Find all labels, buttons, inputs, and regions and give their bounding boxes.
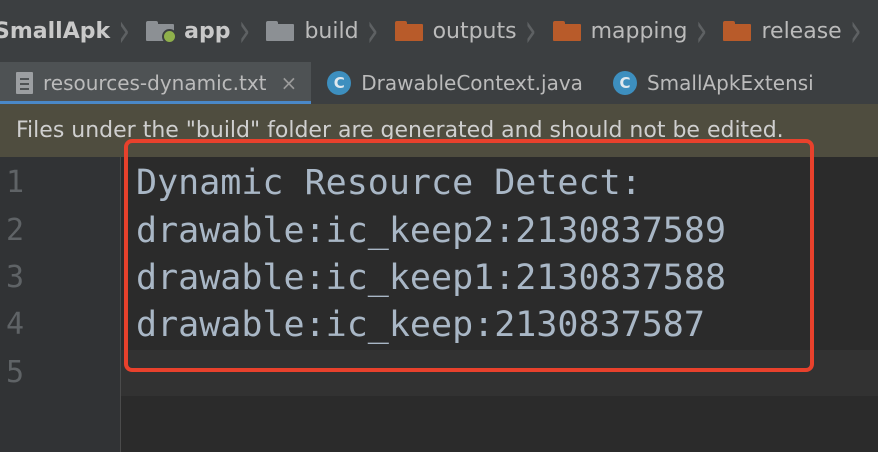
editor-tab-bar: resources-dynamic.txt × C DrawableContex… xyxy=(0,62,878,104)
chevron-right-icon: › xyxy=(849,3,862,59)
class-icon: C xyxy=(327,71,352,95)
breadcrumb-label: SmallApk xyxy=(0,18,111,44)
module-folder-icon xyxy=(146,21,178,44)
close-icon[interactable]: × xyxy=(281,71,298,95)
chevron-right-icon: › xyxy=(118,3,131,59)
breadcrumb-label: mapping xyxy=(590,18,688,44)
breadcrumb-label: release xyxy=(761,18,842,44)
breadcrumb-item-app[interactable]: app › xyxy=(130,0,250,62)
chevron-right-icon: › xyxy=(238,3,251,59)
chevron-right-icon: › xyxy=(366,3,379,59)
tab-label: resources-dynamic.txt xyxy=(43,71,267,95)
tab-label: SmallApkExtensi xyxy=(646,71,814,95)
breadcrumb-label: build xyxy=(304,18,359,44)
chevron-right-icon: › xyxy=(524,3,537,59)
breadcrumb-item-mapping[interactable]: mapping › xyxy=(537,0,708,62)
tab-resources-dynamic[interactable]: resources-dynamic.txt × xyxy=(0,62,312,104)
line-number: 3 xyxy=(6,260,25,295)
line-number: 1 xyxy=(6,165,25,200)
breadcrumb-item-outputs[interactable]: outputs › xyxy=(379,0,537,62)
excluded-folder-icon xyxy=(723,21,752,41)
excluded-folder-icon xyxy=(394,21,423,41)
line-number: 4 xyxy=(6,307,25,342)
class-icon: C xyxy=(612,71,637,95)
breadcrumb-label: app xyxy=(184,18,231,44)
breadcrumb: SmallApk › app › build › outputs › mappi… xyxy=(0,0,878,63)
annotation-highlight-box xyxy=(124,139,814,372)
line-number-gutter: 1 2 3 4 5 xyxy=(0,157,121,452)
line-number: 5 xyxy=(6,355,25,390)
text-file-icon xyxy=(16,72,33,94)
chevron-right-icon: › xyxy=(695,3,708,59)
folder-icon xyxy=(266,21,295,41)
breadcrumb-item-smallapk[interactable]: SmallApk › xyxy=(0,0,130,62)
breadcrumb-item-build[interactable]: build › xyxy=(250,0,379,62)
breadcrumb-item-resources-file[interactable]: reso xyxy=(862,0,878,62)
tab-label: DrawableContext.java xyxy=(361,71,583,95)
breadcrumb-item-release[interactable]: release › xyxy=(707,0,862,62)
breadcrumb-label: outputs xyxy=(432,18,517,44)
excluded-folder-icon xyxy=(552,21,581,41)
tab-smallapk-extension[interactable]: C SmallApkExtensi xyxy=(597,62,828,104)
line-number: 2 xyxy=(6,213,25,248)
tab-drawable-context[interactable]: C DrawableContext.java xyxy=(311,62,597,104)
